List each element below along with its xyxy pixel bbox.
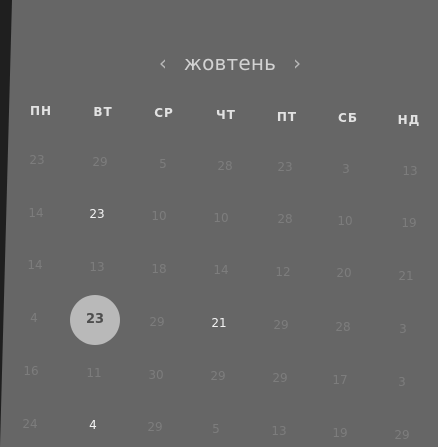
day-cell[interactable]: 13 [70,257,124,277]
day-cell[interactable]: 29 [253,368,307,388]
day-cell[interactable]: 29 [130,312,184,332]
day-cell[interactable]: 29 [191,366,245,386]
day-cell[interactable]: 21 [379,266,433,286]
day-cell[interactable]: 4 [66,415,120,435]
weekday-sun: НД [397,113,421,127]
day-cell[interactable]: 23 [70,204,124,224]
calendar-panel: ‹ жовтень › ПН ВТ СР ЧТ ПТ СБ НД 23 29 5… [0,0,438,447]
day-cell[interactable]: 10 [194,208,248,228]
day-cell[interactable]: 29 [128,417,182,437]
day-cell[interactable]: 14 [8,255,62,275]
day-cell[interactable]: 28 [316,317,370,337]
day-cell[interactable]: 29 [73,152,127,172]
day-cell[interactable]: 10 [132,206,186,226]
screen: ‹ жовтень › ПН ВТ СР ЧТ ПТ СБ НД 23 29 5… [0,0,438,447]
day-cell[interactable]: 23 [258,157,312,177]
day-cell[interactable]: 16 [4,361,58,381]
day-cell[interactable]: 12 [256,262,310,282]
chevron-right-icon[interactable]: › [290,53,304,73]
month-title[interactable]: жовтень [184,51,276,75]
day-cell[interactable]: 20 [317,263,371,283]
day-cell[interactable]: 30 [129,365,183,385]
day-cell[interactable]: 23 [10,150,64,170]
weekday-sat: СБ [338,111,358,125]
day-cell[interactable]: 5 [189,419,243,439]
day-cell[interactable]: 13 [252,421,306,441]
weekday-fri: ПТ [276,110,298,124]
day-cell[interactable]: 11 [67,363,121,383]
day-cell[interactable]: 10 [318,211,372,231]
day-cell[interactable]: 28 [258,209,312,229]
day-cell[interactable]: 5 [136,154,190,174]
day-cell[interactable]: 19 [382,213,436,233]
calendar-header: ‹ жовтень › [150,46,310,80]
day-cell[interactable]: 17 [313,370,367,390]
day-cell[interactable]: 3 [319,159,373,179]
day-cell[interactable]: 28 [198,156,252,176]
day-cell[interactable]: 14 [9,203,63,223]
weekday-thu: ЧТ [216,108,236,122]
day-cell[interactable]: 3 [376,319,430,339]
chevron-left-icon[interactable]: ‹ [156,53,170,73]
day-cell[interactable]: 21 [192,313,246,333]
day-cell[interactable]: 4 [7,308,61,328]
day-cell[interactable]: 24 [3,414,57,434]
selected-day[interactable]: 23 [68,310,122,330]
weekday-wed: СР [154,106,174,120]
day-cell[interactable]: 29 [375,425,429,445]
day-cell[interactable]: 29 [254,315,308,335]
day-cell[interactable]: 19 [313,423,367,443]
day-cell[interactable]: 13 [383,161,437,181]
weekday-tue: ВТ [93,105,113,119]
day-cell[interactable]: 14 [194,260,248,280]
day-cell[interactable]: 3 [375,372,429,392]
weekday-mon: ПН [29,104,53,118]
day-cell[interactable]: 18 [132,259,186,279]
